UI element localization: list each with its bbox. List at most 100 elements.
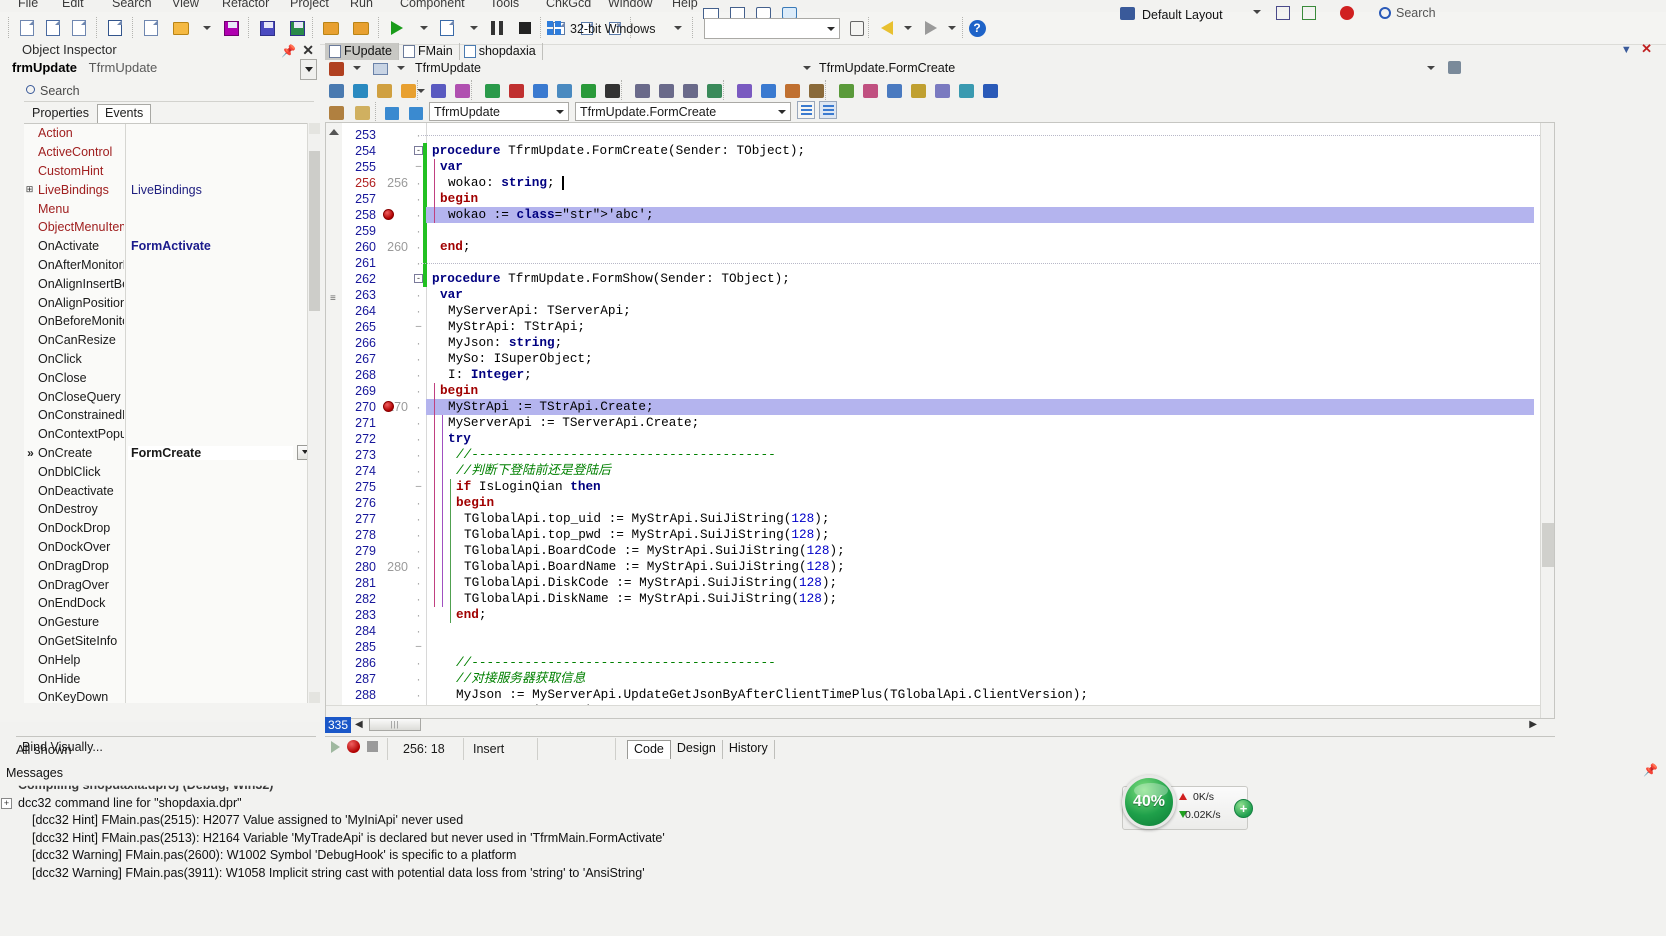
menu-item-help[interactable]: Help bbox=[672, 0, 698, 10]
property-row[interactable]: OnCloseQuery bbox=[24, 387, 314, 406]
open-file-icon[interactable] bbox=[325, 80, 347, 102]
new-unit-icon[interactable] bbox=[140, 17, 162, 39]
printer-icon[interactable] bbox=[369, 58, 391, 80]
property-icon[interactable] bbox=[955, 80, 977, 102]
open-project-icon[interactable] bbox=[104, 17, 126, 39]
menu-item-run[interactable]: Run bbox=[350, 0, 373, 10]
sync-icon[interactable] bbox=[757, 80, 779, 102]
property-row[interactable]: » OnCreate FormCreate bbox=[24, 443, 314, 463]
property-row[interactable]: OnAlignInsertBefor bbox=[24, 274, 314, 294]
layout-icon[interactable] bbox=[1116, 2, 1138, 24]
breakpoint-status-icon[interactable] bbox=[347, 740, 360, 753]
inspector-tab-properties[interactable]: Properties bbox=[24, 104, 97, 123]
save-layout-icon[interactable] bbox=[1272, 2, 1294, 24]
property-grid[interactable]: Action ActiveControl CustomHint ⊞ LiveBindin… bbox=[24, 123, 314, 703]
implementation-nav-icon[interactable] bbox=[405, 102, 427, 124]
member-combo-top[interactable]: TfrmUpdate.FormCreate bbox=[819, 59, 955, 77]
property-row[interactable]: OnAlignPosition bbox=[24, 293, 314, 312]
message-line[interactable]: [dcc32 Warning] FMain.pas(2600): W1002 S… bbox=[32, 848, 516, 862]
chevron-down-icon[interactable]: ▼ bbox=[1621, 44, 1632, 56]
printer-dropdown-icon[interactable] bbox=[397, 66, 405, 70]
save-project-icon[interactable] bbox=[286, 17, 308, 39]
member-combo-top-dropdown-icon[interactable] bbox=[1427, 66, 1435, 70]
interface-nav-icon[interactable] bbox=[381, 102, 403, 124]
forward-icon[interactable] bbox=[920, 17, 942, 39]
scrollbar-thumb[interactable] bbox=[1542, 523, 1554, 567]
new-file-icon[interactable] bbox=[16, 17, 38, 39]
run-unit-icon[interactable] bbox=[577, 80, 599, 102]
apply-layout-icon[interactable] bbox=[1298, 2, 1320, 24]
run-without-debug-icon[interactable] bbox=[436, 17, 458, 39]
insight-dropdown-icon[interactable] bbox=[353, 66, 361, 70]
property-row[interactable]: OnCanResize bbox=[24, 330, 314, 350]
property-row[interactable]: OnClose bbox=[24, 368, 314, 388]
method-icon[interactable] bbox=[907, 80, 929, 102]
scrollbar-grip[interactable]: ≡ bbox=[330, 293, 336, 304]
expand-button[interactable]: + bbox=[1234, 799, 1253, 818]
save-icon[interactable] bbox=[220, 17, 242, 39]
scroll-right-icon[interactable]: ▶ bbox=[1529, 719, 1537, 730]
menu-item-edit[interactable]: Edit bbox=[62, 0, 84, 10]
member-combo[interactable]: TfrmUpdate.FormCreate bbox=[575, 102, 791, 121]
unlock-icon[interactable] bbox=[835, 80, 857, 102]
chevron-down-icon[interactable] bbox=[552, 102, 568, 121]
stop-status-icon[interactable] bbox=[367, 741, 378, 752]
back-icon[interactable] bbox=[876, 17, 898, 39]
property-value[interactable]: FormActivate bbox=[128, 239, 308, 253]
property-grid-scrollbar[interactable] bbox=[307, 123, 320, 703]
run-icon[interactable] bbox=[386, 17, 408, 39]
navigate-icon[interactable] bbox=[325, 102, 347, 124]
refresh-icon[interactable] bbox=[846, 17, 868, 39]
bookmark-icon[interactable] bbox=[351, 102, 373, 124]
breakpoint-icon[interactable] bbox=[383, 401, 394, 412]
new-unit-icon[interactable] bbox=[373, 80, 395, 102]
property-row[interactable]: OnGesture bbox=[24, 612, 314, 632]
close-icon[interactable]: ✕ bbox=[302, 42, 314, 59]
run-options-dropdown-icon[interactable] bbox=[470, 26, 478, 30]
menu-item-tools[interactable]: Tools bbox=[490, 0, 519, 10]
goto-icon[interactable] bbox=[703, 80, 725, 102]
scrollbar-thumb[interactable] bbox=[309, 151, 320, 311]
scroll-up-icon[interactable] bbox=[329, 129, 339, 135]
code-editor[interactable]: ≡ 253 · 254- procedure TfrmUpdate.FormCreat… bbox=[325, 122, 1555, 719]
property-row[interactable]: OnEndDock bbox=[24, 594, 314, 613]
property-row[interactable]: Action bbox=[24, 124, 314, 143]
import-icon[interactable] bbox=[553, 80, 575, 102]
menu-item-component[interactable]: Component bbox=[400, 0, 465, 10]
property-row[interactable]: ⊞ LiveBindings LiveBindings bbox=[24, 180, 314, 200]
property-row[interactable]: OnContextPopup bbox=[24, 424, 314, 444]
module-icon[interactable] bbox=[859, 80, 881, 102]
expand-icon[interactable]: + bbox=[1, 797, 12, 809]
property-row[interactable]: Menu bbox=[24, 199, 314, 218]
menu-item-window[interactable]: Window bbox=[608, 0, 652, 10]
search-input[interactable]: Search bbox=[24, 84, 314, 102]
pause-icon[interactable] bbox=[486, 17, 508, 39]
class-combo-top[interactable]: TfrmUpdate bbox=[415, 59, 481, 77]
property-row[interactable]: OnActivate FormActivate bbox=[24, 236, 314, 256]
expand-icon[interactable]: ⊞ bbox=[24, 185, 35, 194]
lock-icon[interactable] bbox=[805, 80, 827, 102]
back-dropdown-icon[interactable] bbox=[904, 26, 912, 30]
add-to-project-icon[interactable] bbox=[320, 17, 342, 39]
remove-file-icon[interactable] bbox=[505, 80, 527, 102]
align-icon[interactable] bbox=[679, 80, 701, 102]
open-icon[interactable] bbox=[170, 17, 192, 39]
fold-toggle-icon[interactable]: - bbox=[414, 274, 423, 283]
wrench-icon[interactable] bbox=[1443, 56, 1465, 78]
property-row[interactable]: OnDestroy bbox=[24, 500, 314, 519]
inspector-tab-events[interactable]: Events bbox=[96, 104, 152, 123]
menu-item-refactor[interactable]: Refactor bbox=[222, 0, 269, 10]
menu-item-chkgcd[interactable]: ChkGcd bbox=[546, 0, 591, 10]
property-row[interactable]: ObjectMenuItem bbox=[24, 218, 314, 237]
indent-icon[interactable] bbox=[631, 80, 653, 102]
scroll-up-icon[interactable] bbox=[309, 123, 320, 134]
help-icon[interactable]: ? bbox=[966, 17, 988, 39]
menu-item-search[interactable]: Search bbox=[112, 0, 152, 10]
property-row[interactable]: OnClick bbox=[24, 349, 314, 369]
property-value[interactable]: FormCreate bbox=[128, 445, 293, 460]
property-row[interactable]: OnBeforeMonitorD bbox=[24, 312, 314, 331]
class-combo-top-dropdown-icon[interactable] bbox=[803, 66, 811, 70]
outdent-icon[interactable] bbox=[655, 80, 677, 102]
record-icon[interactable] bbox=[1336, 2, 1358, 24]
property-row[interactable]: OnConstrainedRes bbox=[24, 406, 314, 425]
